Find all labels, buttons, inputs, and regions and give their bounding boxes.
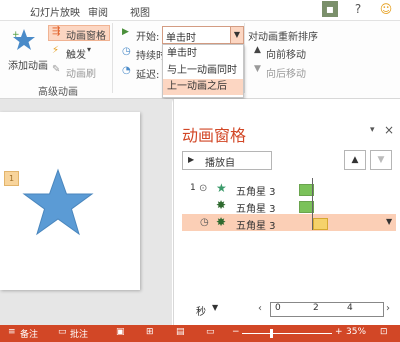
timing-bar[interactable] — [313, 218, 328, 230]
ribbon-separator — [244, 23, 245, 93]
smiley-icon[interactable]: ☺ — [378, 1, 394, 17]
timeline-tick: 2 — [313, 303, 319, 313]
star-shape[interactable] — [22, 168, 94, 238]
chevron-down-icon[interactable]: ▼ — [212, 303, 218, 312]
reading-view-icon[interactable]: ▤ — [176, 327, 185, 337]
ribbon-separator — [112, 23, 113, 93]
animation-row[interactable]: 1 ⊙ ★ 五角星 3 — [182, 180, 396, 198]
chevron-down-icon[interactable]: ▼ — [230, 27, 243, 43]
question-icon[interactable]: ? — [350, 1, 366, 17]
pane-title: 动画窗格 — [182, 126, 247, 145]
add-animation-button[interactable]: 添加动画 — [8, 57, 48, 72]
animation-pane-label: 动画窗格 — [66, 31, 106, 42]
close-icon[interactable]: × — [384, 123, 394, 137]
avatar-icon[interactable]: ▪ — [322, 1, 338, 17]
slide-sorter-icon[interactable]: ⊞ — [146, 327, 154, 337]
pane-options-icon[interactable]: ▾ — [370, 125, 375, 135]
zoom-level[interactable]: 35% — [346, 327, 366, 337]
start-dropdown-value: 单击时 — [166, 33, 196, 44]
timeline-unit[interactable]: 秒 — [196, 303, 206, 318]
zoom-slider[interactable] — [242, 333, 332, 334]
zoom-out-icon[interactable]: − — [232, 327, 240, 337]
notes-icon: ≡ — [8, 327, 16, 337]
tab-view[interactable]: 视图 — [130, 4, 150, 19]
chevron-down-icon: ▾ — [87, 45, 92, 54]
animation-row-selected[interactable]: ◷ ✸ 五角星 3 ▼ — [182, 214, 396, 232]
slideshow-icon[interactable]: ▭ — [206, 327, 215, 337]
play-triangle-icon: ▶ — [122, 27, 129, 37]
timeline-marker — [312, 178, 313, 230]
scroll-right-icon[interactable]: › — [386, 303, 390, 314]
normal-view-icon[interactable]: ▣ — [116, 327, 125, 337]
mouse-click-icon: ⊙ — [199, 183, 208, 194]
menu-item-on-click[interactable]: 单击时 — [163, 46, 243, 62]
menu-item-with-previous[interactable]: 与上一动画同时 — [163, 63, 243, 79]
clock-icon: ◷ — [200, 217, 209, 228]
triangle-up-icon[interactable]: ▲ — [344, 150, 366, 170]
start-label: 开始: — [136, 32, 160, 43]
star-burst-icon: ✸ — [216, 198, 227, 212]
chevron-down-icon[interactable]: ▼ — [386, 217, 392, 226]
lightning-icon: ⚡ — [52, 45, 60, 56]
delay-clock-icon: ◔ — [122, 65, 131, 76]
star-burst-icon: ✸ — [216, 215, 227, 229]
comment-icon: ▭ — [58, 327, 67, 337]
tab-slideshow[interactable]: 幻灯片放映 — [30, 4, 80, 19]
row-label: 五角星 3 — [236, 204, 276, 215]
triangle-down-icon: ▼ — [254, 64, 261, 74]
trigger-button[interactable]: 触发 — [66, 46, 86, 61]
play-from-label: 播放自 — [205, 158, 235, 169]
reorder-title: 对动画重新排序 — [248, 32, 318, 43]
notes-button[interactable]: 备注 — [20, 327, 38, 340]
start-dropdown[interactable]: 单击时 ▼ — [162, 26, 244, 44]
timeline-tick: 0 — [275, 303, 281, 313]
triangle-down-icon[interactable]: ▼ — [370, 150, 392, 170]
move-later-button[interactable]: 向后移动 — [266, 65, 306, 80]
zoom-in-icon[interactable]: + — [335, 327, 343, 337]
tab-review[interactable]: 审阅 — [88, 4, 108, 19]
row-number: 1 — [190, 183, 196, 193]
delay-label: 延迟: — [136, 70, 160, 81]
animation-pane-icon: ⇶ — [52, 26, 61, 37]
zoom-slider-thumb[interactable] — [270, 329, 273, 338]
menu-item-after-previous[interactable]: 上一动画之后 — [163, 79, 243, 95]
brush-icon: ✎ — [52, 64, 61, 75]
svg-text:+: + — [12, 30, 20, 40]
row-label: 五角星 3 — [236, 187, 276, 198]
animation-painter-button[interactable]: 动画刷 — [66, 65, 96, 80]
timeline-tick: 4 — [347, 303, 353, 313]
ribbon-tab-bar: 幻灯片放映 审阅 视图 ▪ ? ☺ — [0, 0, 400, 21]
animation-row[interactable]: ✸ 五角星 3 — [182, 197, 396, 215]
timeline-scale[interactable]: 0 2 4 — [270, 302, 384, 317]
comments-button[interactable]: 批注 — [70, 327, 88, 340]
group-label-advanced-animation: 高级动画 — [38, 87, 78, 98]
play-icon: ▶ — [188, 155, 195, 164]
clock-icon: ◷ — [122, 46, 131, 57]
fit-to-window-icon[interactable]: ⊡ — [380, 327, 388, 337]
status-bar: ≡ 备注 ▭ 批注 ▣ ⊞ ▤ ▭ − + 35% ⊡ — [0, 325, 400, 342]
start-dropdown-menu: 单击时 与上一动画同时 上一动画之后 — [162, 44, 244, 98]
animation-tag-icon[interactable]: 1 — [4, 171, 19, 186]
row-label: 五角星 3 — [236, 221, 276, 232]
star-icon: + — [12, 29, 35, 50]
star-outline-icon: ★ — [216, 181, 227, 195]
play-from-button[interactable]: ▶ 播放自 — [182, 151, 272, 170]
scroll-left-icon[interactable]: ‹ — [258, 303, 262, 314]
move-earlier-button[interactable]: 向前移动 — [266, 46, 306, 61]
triangle-up-icon: ▲ — [254, 45, 261, 55]
